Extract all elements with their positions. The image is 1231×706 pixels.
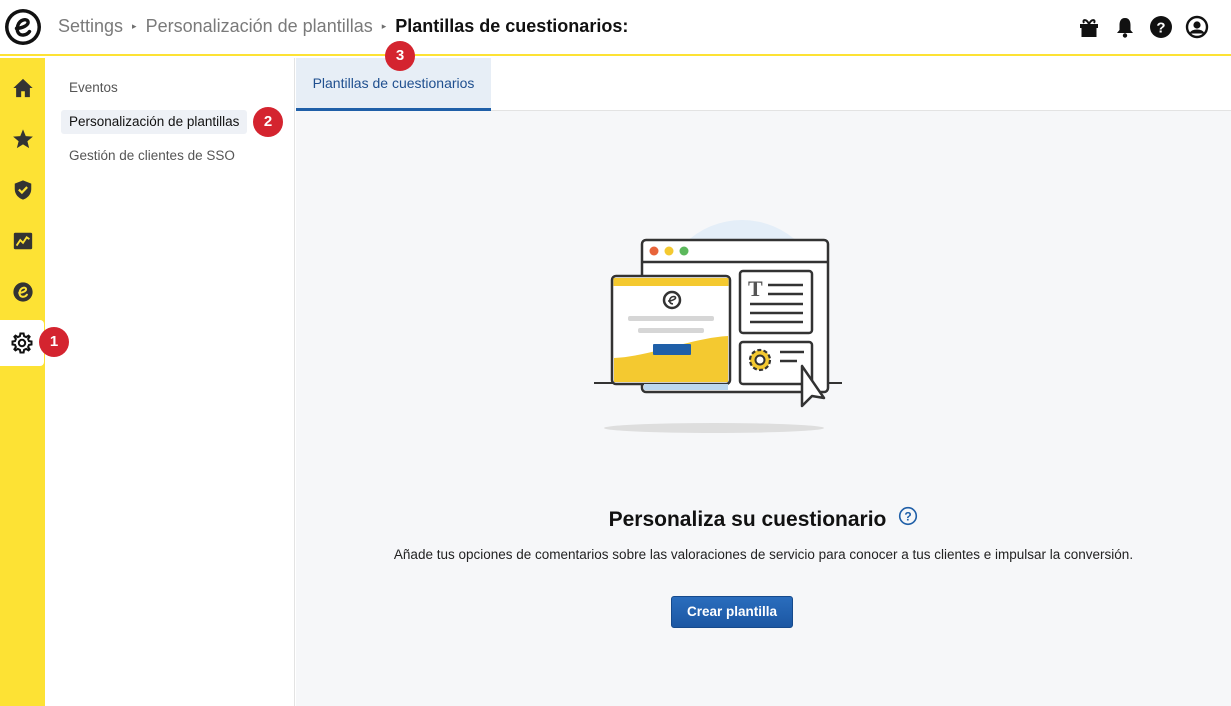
rail-item-settings[interactable] [0, 320, 44, 366]
top-actions: ? [1077, 15, 1209, 39]
rail-item-home[interactable] [0, 65, 45, 111]
sidebar-item-gestion-sso[interactable]: Gestión de clientes de SSO [61, 144, 243, 168]
svg-text:T: T [748, 276, 763, 301]
main-content: Plantillas de cuestionarios T Personaliz… [296, 58, 1231, 706]
bell-icon[interactable] [1113, 15, 1137, 39]
empty-state-illustration: T [594, 220, 848, 433]
breadcrumb-item-personalizacion[interactable]: Personalización de plantillas [146, 16, 373, 37]
analytics-chart-icon [13, 232, 32, 250]
shield-check-icon [14, 180, 31, 200]
empty-state-description: Añade tus opciones de comentarios sobre … [393, 547, 1134, 562]
home-icon [12, 78, 33, 98]
tab-bar: Plantillas de cuestionarios [296, 58, 1231, 111]
question-circle-icon[interactable]: ? [898, 506, 918, 532]
step-badge-2: 2 [253, 107, 283, 137]
breadcrumb-separator-icon: ▸ [132, 21, 137, 31]
gift-icon[interactable] [1077, 15, 1101, 39]
empty-state-title: Personaliza su cuestionario [608, 508, 887, 531]
svg-text:?: ? [1156, 20, 1165, 37]
rail-item-analytics[interactable] [0, 218, 45, 264]
page-title: Plantillas de cuestionarios: [395, 16, 629, 36]
sidebar-item-eventos[interactable]: Eventos [61, 76, 126, 100]
rail-item-reviews[interactable] [0, 116, 45, 162]
breadcrumb-item-settings[interactable]: Settings [58, 16, 123, 37]
user-account-icon[interactable] [1185, 15, 1209, 39]
step-badge-1: 1 [39, 327, 69, 357]
step-badge-3: 3 [385, 41, 415, 71]
trustedshops-e-icon [12, 282, 33, 302]
top-bar: Settings ▸ Personalización de plantillas… [0, 0, 1231, 56]
create-template-button[interactable]: Crear plantilla [671, 596, 793, 628]
settings-sidebar: Eventos Personalización de plantillas Ge… [45, 58, 295, 706]
rail-item-trustedshops[interactable] [0, 269, 45, 315]
star-icon [12, 129, 33, 149]
empty-state-title-row: Personaliza su cuestionario? [296, 506, 1231, 532]
breadcrumb: Settings ▸ Personalización de plantillas… [58, 16, 628, 37]
svg-text:?: ? [905, 509, 912, 523]
brand-logo[interactable] [5, 9, 41, 45]
rail-item-protection[interactable] [0, 167, 45, 213]
help-icon[interactable]: ? [1149, 15, 1173, 39]
sidebar-item-personalizacion-plantillas[interactable]: Personalización de plantillas [61, 110, 248, 134]
gear-icon [11, 332, 33, 354]
breadcrumb-separator-icon: ▸ [381, 21, 387, 31]
left-rail [0, 58, 45, 706]
